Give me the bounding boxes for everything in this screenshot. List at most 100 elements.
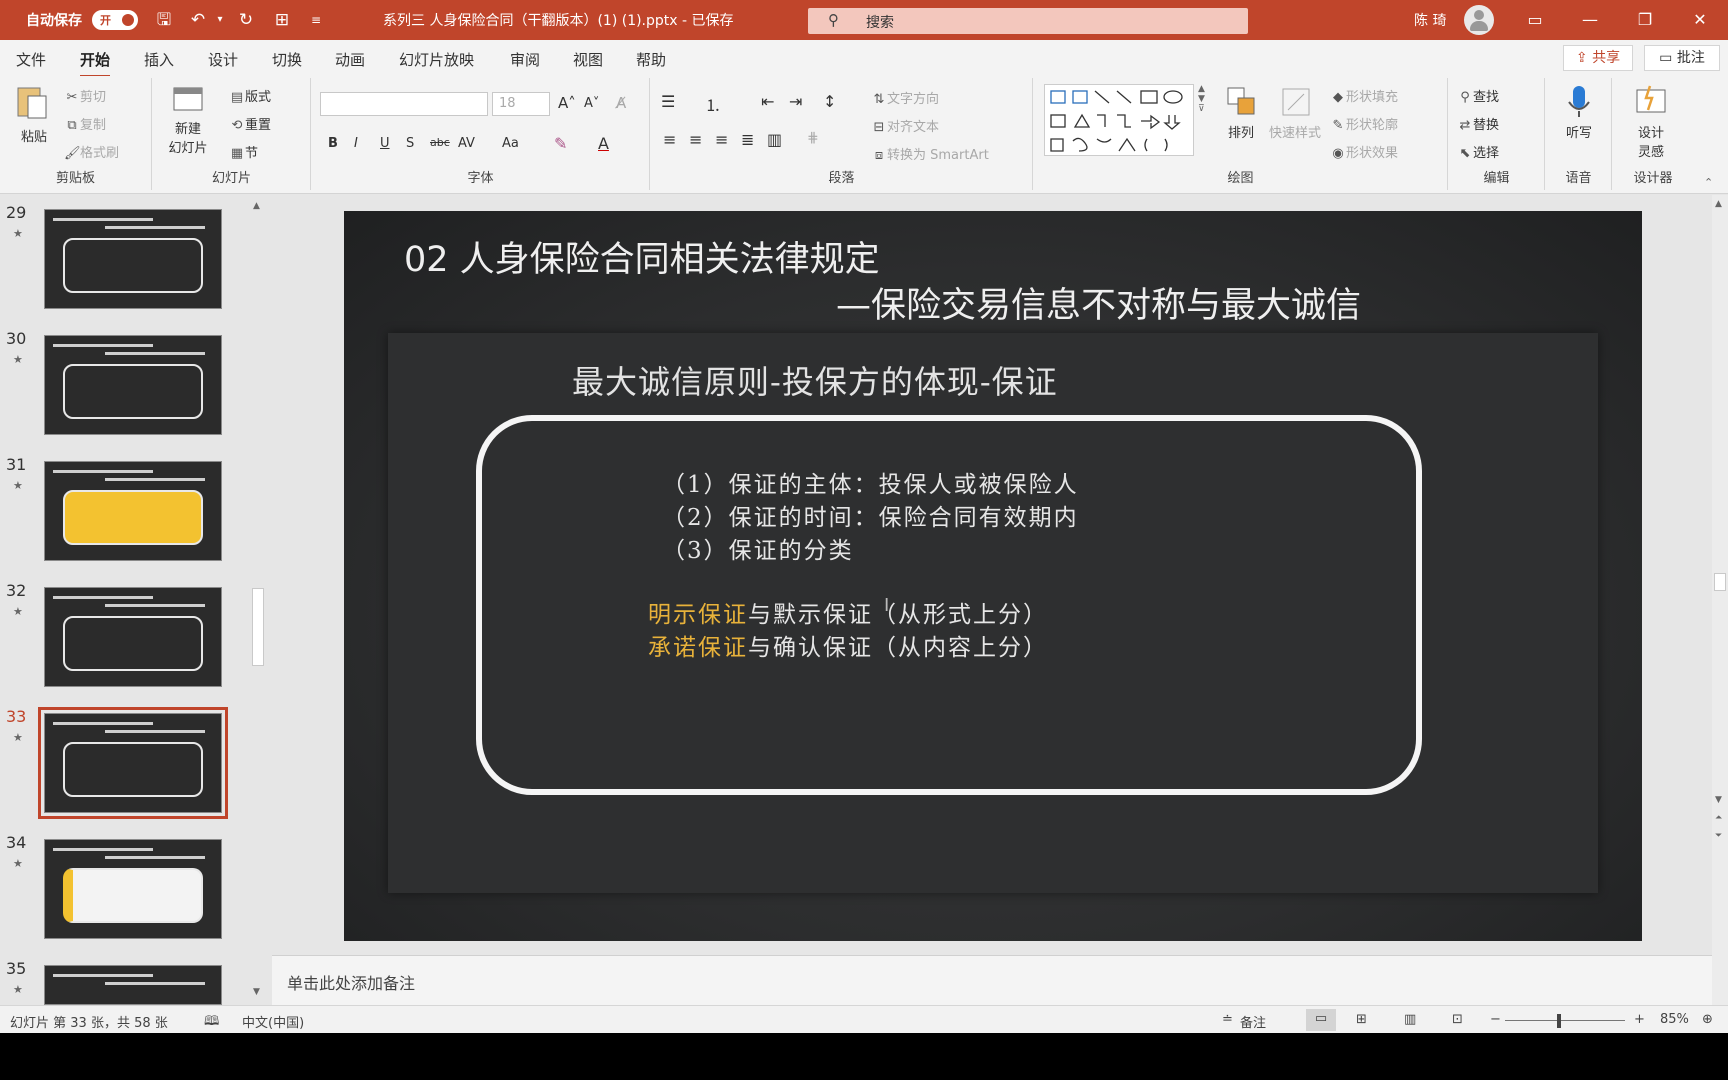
tab-transitions[interactable]: 切换 xyxy=(272,49,302,70)
layout-button[interactable]: ▤ 版式 xyxy=(229,86,271,105)
underline-button[interactable]: U xyxy=(380,136,390,151)
customize-toolbar-icon[interactable]: ≡ xyxy=(304,8,328,32)
tab-home[interactable]: 开始 xyxy=(80,49,111,78)
shape-fill-button[interactable]: ◆ 形状填充 xyxy=(1330,86,1398,105)
replace-button[interactable]: ⇄ 替换 xyxy=(1457,114,1499,133)
copy-button[interactable]: ⧉ 复制 xyxy=(64,114,106,133)
bold-button[interactable]: B xyxy=(328,136,338,151)
align-center-icon[interactable]: ≡ xyxy=(689,130,702,149)
slide-title[interactable]: 02 人身保险合同相关法律规定 xyxy=(404,231,880,282)
slide-thumbnail[interactable] xyxy=(44,587,222,687)
save-icon[interactable]: 🖫 xyxy=(152,8,176,32)
line-spacing-icon[interactable]: ↕ xyxy=(823,92,836,111)
decrease-indent-icon[interactable]: ⇤ xyxy=(761,92,774,111)
slide-thumbnail[interactable] xyxy=(44,461,222,561)
notes-toggle-icon[interactable]: ≐ xyxy=(1222,1012,1233,1027)
undo-dropdown-icon[interactable]: ▾ xyxy=(208,8,232,32)
zoom-level[interactable]: 85% xyxy=(1660,1012,1689,1027)
zoom-slider[interactable] xyxy=(1505,1020,1625,1021)
share-button[interactable]: ⇪ 共享 xyxy=(1563,45,1633,71)
autosave-toggle[interactable]: 开 xyxy=(92,10,138,30)
shapes-gallery[interactable] xyxy=(1044,84,1194,156)
comments-button[interactable]: ▭ 批注 xyxy=(1644,45,1720,71)
numbering-icon[interactable]: ⒈ xyxy=(705,92,721,116)
smartart-button[interactable]: ⧈ 转换为 SmartArt xyxy=(871,144,989,163)
minimize-icon[interactable]: — xyxy=(1570,6,1610,34)
slide-heading[interactable]: 最大诚信原则-投保方的体现-保证 xyxy=(572,357,1058,403)
increase-indent-icon[interactable]: ⇥ xyxy=(789,92,802,111)
search-box[interactable]: ⚲ 搜索 xyxy=(808,8,1248,34)
notes-toggle-label[interactable]: 备注 xyxy=(1240,1012,1266,1031)
highlight-icon[interactable]: ✎ xyxy=(554,134,567,153)
shrink-font-icon[interactable]: A˅ xyxy=(584,96,599,111)
format-painter-button[interactable]: 🖌格式刷 xyxy=(64,142,119,161)
fit-to-window-icon[interactable]: ⊕ xyxy=(1702,1012,1713,1027)
warranty-pair-form[interactable]: 明示保证与默示保证（从形式上分） xyxy=(648,595,1048,629)
new-slide-button[interactable]: 新建 幻灯片 xyxy=(163,84,213,156)
warranty-pair-content[interactable]: 承诺保证与确认保证（从内容上分） xyxy=(648,628,1048,662)
editor-scrollbar[interactable]: ▲ ▼ ⏶ ⏷ xyxy=(1712,195,1728,1005)
italic-button[interactable]: I xyxy=(354,136,358,151)
redo-icon[interactable]: ↻ xyxy=(234,8,258,32)
bullet-point[interactable]: （1）保证的主体：投保人或被保险人 xyxy=(662,465,1079,499)
tab-animations[interactable]: 动画 xyxy=(335,49,365,70)
gallery-scroll-icon[interactable]: ▲ ▼ ⊽ xyxy=(1198,84,1205,114)
scrollbar-thumb[interactable] xyxy=(252,588,264,666)
justify-icon[interactable]: ≣ xyxy=(741,130,754,149)
tab-design[interactable]: 设计 xyxy=(208,49,238,70)
tab-file[interactable]: 文件 xyxy=(16,49,46,70)
reading-view-icon[interactable]: ▥ xyxy=(1404,1012,1416,1027)
zoom-in-icon[interactable]: + xyxy=(1634,1012,1645,1027)
scroll-down-icon[interactable]: ▼ xyxy=(1715,795,1722,805)
columns-icon[interactable]: ▥ xyxy=(767,130,782,149)
clear-format-icon[interactable]: A̸ xyxy=(616,94,626,112)
close-icon[interactable]: ✕ xyxy=(1680,6,1720,34)
shadow-button[interactable]: S xyxy=(406,136,414,151)
tab-view[interactable]: 视图 xyxy=(573,49,603,70)
slide-subtitle[interactable]: —保险交易信息不对称与最大诚信 xyxy=(836,277,1361,328)
shape-effects-button[interactable]: ◉ 形状效果 xyxy=(1330,142,1398,161)
grow-font-icon[interactable]: A˄ xyxy=(558,94,576,112)
font-family-select[interactable] xyxy=(320,92,488,116)
reset-button[interactable]: ⟲ 重置 xyxy=(229,114,271,133)
restore-icon[interactable]: ❐ xyxy=(1625,6,1665,34)
tab-slideshow[interactable]: 幻灯片放映 xyxy=(399,49,474,70)
align-left-icon[interactable]: ≡ xyxy=(663,130,676,149)
select-button[interactable]: ⬉ 选择 xyxy=(1457,142,1499,161)
present-from-start-icon[interactable]: ⊞ xyxy=(270,8,294,32)
find-button[interactable]: ⚲ 查找 xyxy=(1457,86,1499,105)
avatar[interactable] xyxy=(1464,5,1494,35)
align-right-icon[interactable]: ≡ xyxy=(715,130,728,149)
paste-button[interactable]: 粘贴 xyxy=(14,84,54,164)
language-indicator[interactable]: 中文(中国) xyxy=(242,1012,304,1031)
user-name[interactable]: 陈 琦 xyxy=(1414,10,1446,30)
cut-button[interactable]: ✂ 剪切 xyxy=(64,86,106,105)
distributed-icon[interactable]: ⋕ xyxy=(807,130,819,146)
bullet-point[interactable]: （2）保证的时间：保险合同有效期内 xyxy=(662,498,1079,532)
design-ideas-button[interactable]: 设计 灵感 xyxy=(1627,84,1675,160)
previous-slide-icon[interactable]: ⏶ xyxy=(1715,813,1722,823)
normal-view-icon[interactable]: ▭ xyxy=(1306,1009,1336,1031)
shape-outline-button[interactable]: ✎ 形状轮廓 xyxy=(1330,114,1398,133)
quick-styles-button[interactable]: 快速样式 xyxy=(1266,84,1324,141)
text-direction-button[interactable]: ⇅ 文字方向 xyxy=(871,88,939,107)
next-slide-icon[interactable]: ⏷ xyxy=(1715,831,1722,841)
slide-thumbnail-selected[interactable] xyxy=(38,707,228,819)
scrollbar-thumb[interactable] xyxy=(1714,573,1726,591)
notes-pane[interactable]: 单击此处添加备注 xyxy=(272,955,1712,1005)
scroll-up-icon[interactable]: ▲ xyxy=(253,201,260,211)
tab-review[interactable]: 审阅 xyxy=(510,49,540,70)
char-spacing-button[interactable]: AV xyxy=(458,136,475,151)
font-color-icon[interactable]: A xyxy=(598,134,609,153)
strikethrough-button[interactable]: abc xyxy=(430,136,450,149)
slide-thumbnail[interactable] xyxy=(44,209,222,309)
zoom-slider-knob[interactable] xyxy=(1557,1014,1561,1028)
bullets-icon[interactable]: ☰ xyxy=(661,92,675,111)
accessibility-icon[interactable]: 🕮 xyxy=(204,1012,219,1034)
undo-icon[interactable]: ↶ xyxy=(186,8,210,32)
arrange-button[interactable]: 排列 xyxy=(1220,84,1262,141)
slide-sorter-icon[interactable]: ⊞ xyxy=(1356,1012,1367,1027)
bullet-point[interactable]: （3）保证的分类 xyxy=(662,531,854,565)
slide-thumbnail[interactable] xyxy=(44,839,222,939)
thumbnail-scrollbar[interactable]: ▲ ▼ xyxy=(250,195,266,1005)
